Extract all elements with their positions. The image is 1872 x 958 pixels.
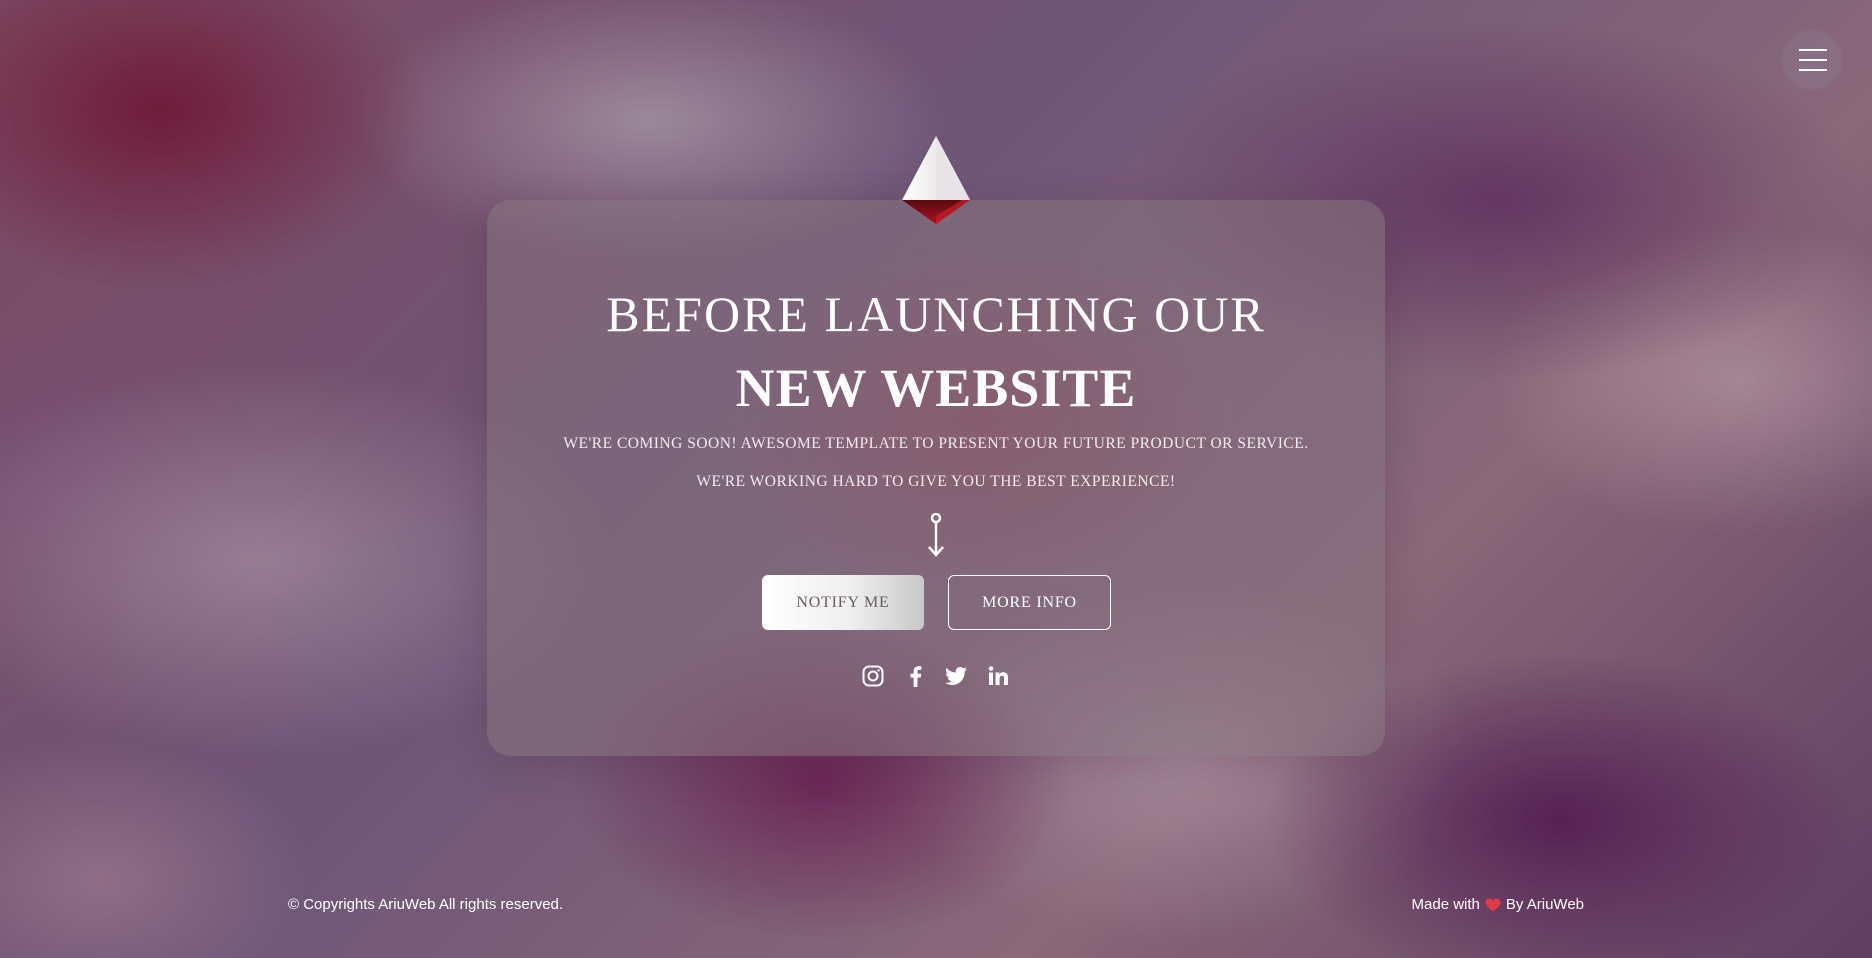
hamburger-line (1799, 59, 1827, 61)
subtext-line-2: WE'RE WORKING HARD TO GIVE YOU THE BEST … (696, 473, 1176, 490)
subtext-line-1: WE'RE COMING SOON! AWESOME TEMPLATE TO P… (563, 435, 1309, 452)
heading-line-2: NEW WEBSITE (735, 358, 1137, 418)
made-with-prefix: Made with (1411, 896, 1480, 913)
hamburger-line (1799, 69, 1827, 71)
made-with-credit: Made with By AriuWeb (1412, 896, 1584, 913)
more-info-button[interactable]: MORE INFO (948, 575, 1111, 630)
heart-icon (1485, 898, 1501, 911)
diamond-pyramid-logo (902, 136, 970, 224)
linkedin-icon[interactable] (986, 664, 1010, 688)
facebook-icon[interactable] (903, 664, 927, 688)
made-with-suffix[interactable]: By AriuWeb (1506, 896, 1584, 913)
twitter-icon[interactable] (944, 664, 968, 688)
heading-line-1: BEFORE LAUNCHING OUR (606, 286, 1266, 342)
notify-me-button[interactable]: NOTIFY ME (762, 575, 924, 630)
instagram-icon[interactable] (861, 664, 885, 688)
copyright-text: © Copyrights AriuWeb All rights reserved… (288, 896, 564, 913)
scroll-down-arrow-icon[interactable] (926, 513, 946, 559)
menu-button[interactable] (1782, 30, 1842, 90)
hamburger-menu-icon (1799, 49, 1827, 51)
